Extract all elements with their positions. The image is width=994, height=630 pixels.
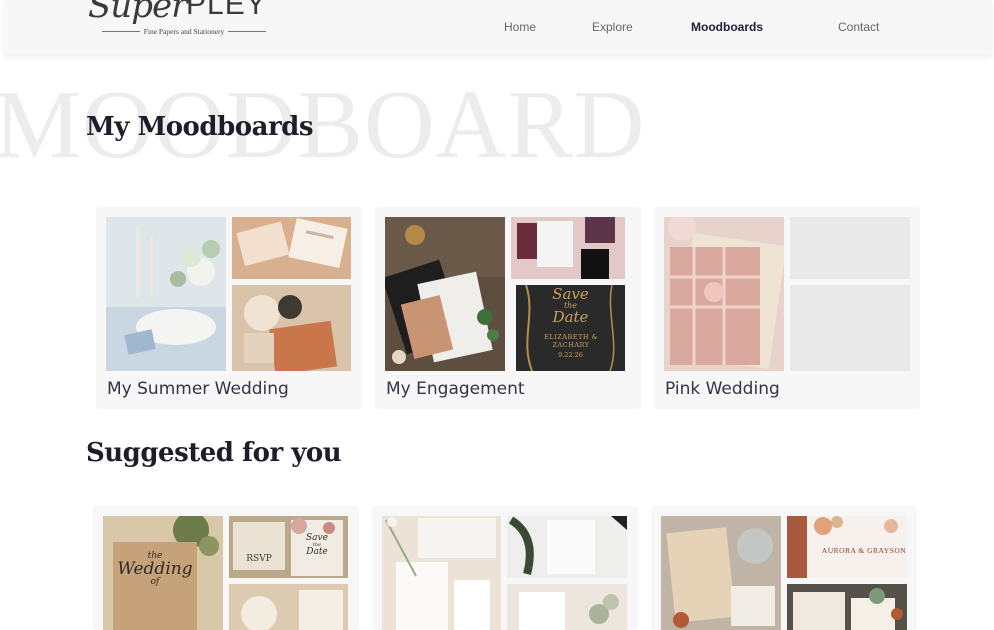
moodboard-image xyxy=(661,516,781,630)
nav-explore[interactable]: Explore xyxy=(592,20,633,34)
moodboard-image: the Wedding of xyxy=(103,516,223,630)
date-word: Date xyxy=(552,308,589,326)
moodboard-card-summer-wedding[interactable]: My Summer Wedding xyxy=(96,207,362,409)
moodboard-card-pink-wedding[interactable]: Pink Wedding xyxy=(654,207,920,409)
moodboard-image xyxy=(507,516,627,578)
logo-script: Super xyxy=(88,0,187,26)
nav-home[interactable]: Home xyxy=(504,20,536,34)
of-word: of xyxy=(150,577,160,587)
moodboard-image xyxy=(787,584,907,630)
rsvp-text: RSVP xyxy=(246,554,272,564)
moodboard-image xyxy=(232,217,351,279)
moodboard-image xyxy=(664,217,784,371)
moodboard-image xyxy=(382,516,501,630)
event-date: 9.22.26 xyxy=(558,350,583,359)
suggested-card-floral[interactable]: AURORA & GRAYSON xyxy=(651,506,917,630)
logo-tagline-text: Fine Papers and Stationery xyxy=(143,26,225,36)
moodboard-image xyxy=(507,584,627,630)
save-the-date-text: Save the Date xyxy=(291,534,343,557)
wedding-invite-text: the Wedding of xyxy=(113,552,197,587)
logo-tagline: Fine Papers and Stationery xyxy=(102,24,266,38)
moodboard-image: AURORA & GRAYSON xyxy=(787,516,907,578)
suggested-card-minimal[interactable] xyxy=(372,506,638,630)
brand-logo[interactable]: Super PLEY Fine Papers and Stationery xyxy=(88,0,278,42)
wedding-word: Wedding xyxy=(117,559,193,579)
logo-caps: PLEY xyxy=(186,0,267,21)
save-the-date-text: Save the Date ELIZABETH & ZACHARY 9.22.2… xyxy=(516,287,625,358)
moodboard-image xyxy=(232,285,351,371)
moodboard-image: Save the Date ELIZABETH & ZACHARY 9.22.2… xyxy=(516,285,625,371)
my-moodboards-title: My Moodboards xyxy=(86,112,313,142)
moodboard-image xyxy=(229,584,348,630)
moodboard-image: RSVP Save the Date xyxy=(229,516,348,578)
moodboard-image xyxy=(106,217,226,371)
nav-contact[interactable]: Contact xyxy=(838,20,879,34)
moodboard-name: My Engagement xyxy=(386,379,525,399)
moodboard-image xyxy=(385,217,505,371)
suggested-title: Suggested for you xyxy=(86,438,342,468)
moodboard-image xyxy=(511,217,625,279)
couple-names: AURORA & GRAYSON xyxy=(821,546,907,555)
empty-image-slot xyxy=(790,217,910,279)
moodboard-card-engagement[interactable]: Save the Date ELIZABETH & ZACHARY 9.22.2… xyxy=(375,207,641,409)
moodboard-name: Pink Wedding xyxy=(665,379,780,399)
save-word: Save xyxy=(552,285,589,303)
date-word: Date xyxy=(306,547,328,557)
site-header: Super PLEY Fine Papers and Stationery Ho… xyxy=(4,0,992,54)
nav-moodboards[interactable]: Moodboards xyxy=(691,20,763,34)
suggested-card-rustic[interactable]: the Wedding of RSVP Save the Date xyxy=(93,506,359,630)
empty-image-slot xyxy=(790,285,910,371)
moodboard-name: My Summer Wedding xyxy=(107,379,289,399)
couple-names: ELIZABETH & ZACHARY xyxy=(544,333,598,350)
